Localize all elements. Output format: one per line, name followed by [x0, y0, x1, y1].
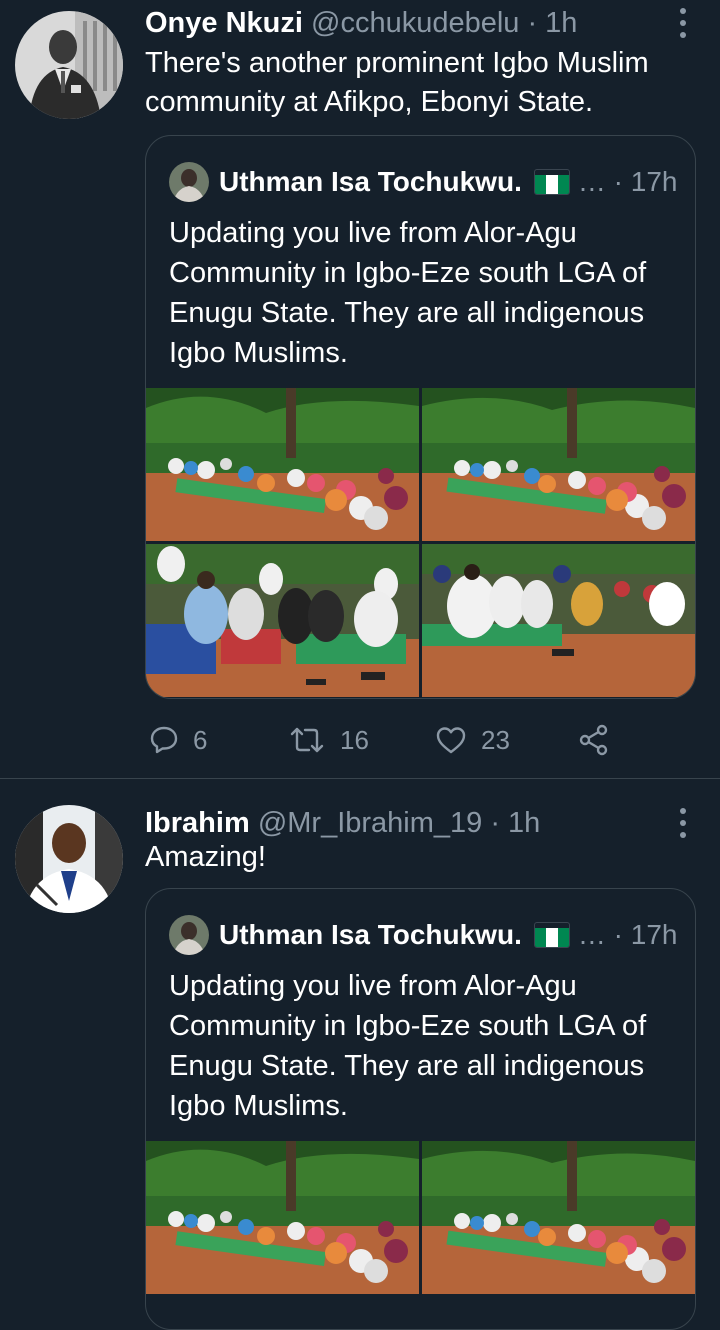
more-options-icon[interactable] — [680, 8, 688, 44]
quoted-tweet[interactable]: Uthman Isa Tochukwu. … · 17h Updating yo… — [145, 135, 696, 699]
reply-icon — [150, 726, 178, 754]
reply-count: 6 — [193, 724, 208, 755]
tweet-text: There's another prominent Igbo Muslim co… — [145, 44, 649, 122]
tweet-header: Ibrahim @Mr_Ibrahim_19 · 1h — [145, 806, 540, 840]
tweet-actions: 6 16 23 — [145, 722, 695, 758]
tweet-text-line: There's another prominent Igbo Muslim — [145, 47, 649, 79]
heart-icon — [436, 727, 466, 754]
photo-1[interactable] — [146, 388, 419, 541]
author-name[interactable]: Onye Nkuzi — [145, 7, 303, 39]
quoted-text-line: Igbo Muslims. — [169, 1090, 348, 1122]
quoted-tweet-header: Uthman Isa Tochukwu. … · 17h — [169, 162, 677, 202]
photo-2[interactable] — [422, 388, 695, 541]
photo-2[interactable] — [422, 1141, 695, 1294]
quoted-author-name: Uthman Isa Tochukwu. — [219, 919, 522, 950]
tweet-header: Onye Nkuzi @cchukudebelu · 1h — [145, 6, 577, 40]
quoted-text-line: Community in Igbo-Eze south LGA of — [169, 1010, 647, 1042]
author-handle-time[interactable]: @cchukudebelu · 1h — [311, 7, 577, 39]
quoted-text-line: Community in Igbo-Eze south LGA of — [169, 257, 647, 289]
retweet-icon — [290, 727, 324, 753]
tweet-1[interactable]: Onye Nkuzi @cchukudebelu · 1h There's an… — [0, 0, 720, 779]
author-avatar[interactable] — [15, 805, 123, 913]
quoted-tweet[interactable]: Uthman Isa Tochukwu. … · 17h Updating yo… — [145, 888, 696, 1330]
author-avatar[interactable] — [15, 11, 123, 119]
like-button[interactable]: 23 — [435, 722, 510, 758]
quoted-meta: … · 17h — [577, 919, 678, 950]
like-count: 23 — [481, 724, 510, 755]
quoted-text-line: Updating you live from Alor-Agu — [169, 970, 577, 1002]
quoted-author-avatar — [169, 915, 209, 955]
quoted-tweet-text: Updating you live from Alor-Agu Communit… — [169, 213, 674, 373]
quoted-meta: … · 17h — [577, 166, 678, 197]
tweet-text-line: Amazing! — [145, 841, 266, 873]
author-handle-time[interactable]: @Mr_Ibrahim_19 · 1h — [258, 807, 541, 839]
quoted-tweet-text: Updating you live from Alor-Agu Communit… — [169, 966, 674, 1126]
quoted-text-line: Igbo Muslims. — [169, 337, 348, 369]
quoted-text-line: Enugu State. They are all indigenous — [169, 1050, 645, 1082]
quoted-author-avatar — [169, 162, 209, 202]
photo-3[interactable] — [146, 544, 419, 697]
more-options-icon[interactable] — [680, 808, 688, 844]
tweet-2[interactable]: Ibrahim @Mr_Ibrahim_19 · 1h Amazing! Uth… — [0, 800, 720, 1330]
reply-button[interactable]: 6 — [149, 722, 207, 758]
nigeria-flag-icon — [533, 922, 570, 948]
quoted-text-line: Enugu State. They are all indigenous — [169, 297, 645, 329]
share-icon — [579, 724, 608, 756]
tweet-divider — [0, 778, 720, 779]
nigeria-flag-icon — [533, 169, 570, 195]
tweet-text: Amazing! — [145, 838, 266, 877]
author-name[interactable]: Ibrahim — [145, 807, 250, 839]
photo-4[interactable] — [422, 544, 695, 697]
retweet-count: 16 — [340, 724, 369, 755]
quoted-text-line: Updating you live from Alor-Agu — [169, 217, 577, 249]
photo-1[interactable] — [146, 1141, 419, 1294]
quoted-author-name: Uthman Isa Tochukwu. — [219, 166, 522, 197]
retweet-button[interactable]: 16 — [288, 722, 369, 758]
share-button[interactable] — [578, 722, 624, 758]
quoted-tweet-header: Uthman Isa Tochukwu. … · 17h — [169, 915, 677, 955]
tweet-text-line: community at Afikpo, Ebonyi State. — [145, 86, 594, 118]
